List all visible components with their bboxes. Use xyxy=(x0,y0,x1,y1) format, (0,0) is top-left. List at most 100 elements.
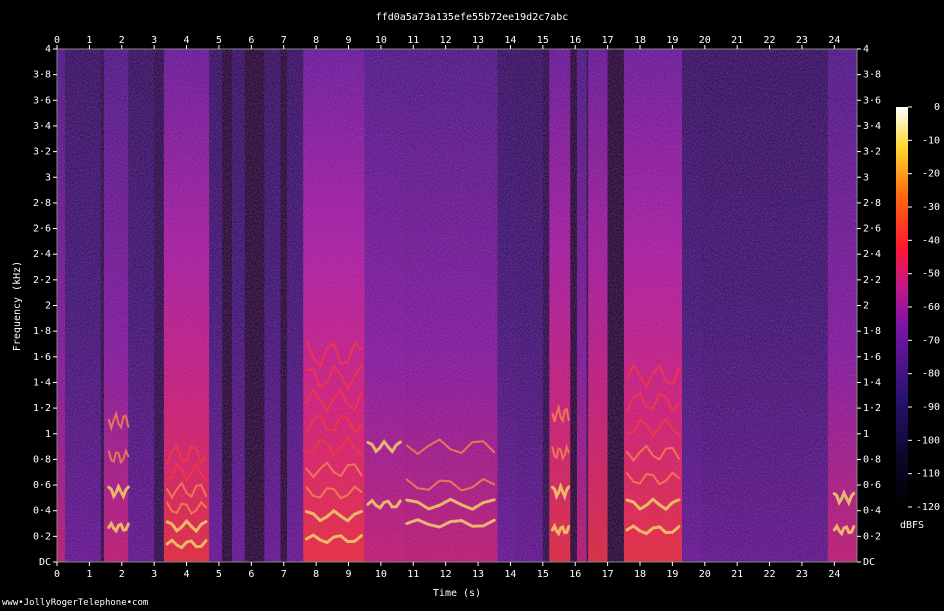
colorbar-tick-label: -50 xyxy=(922,269,940,280)
colorbar-tick-label: -120 xyxy=(916,502,940,513)
x-tick-label: 5 xyxy=(216,35,222,46)
plot-area xyxy=(56,48,858,563)
x-tick-label: 14 xyxy=(504,569,516,580)
y-axis-label: Frequency (kHz) xyxy=(12,261,23,351)
x-tick-label: 2 xyxy=(119,35,125,46)
x-tick-label: 20 xyxy=(699,35,711,46)
y-tick-label: 1 xyxy=(863,429,869,440)
x-axis-top: 0 1 2 3 4 5 6 7 8 9 10 11 12 13 14 15 16 17 18 19 20 21 22 23 24 xyxy=(54,35,840,49)
x-tick-label: 15 xyxy=(537,569,549,580)
y-tick-label: 4 xyxy=(45,44,51,55)
x-tick-label: 14 xyxy=(504,35,516,46)
x-tick-label: 9 xyxy=(345,569,351,580)
x-tick-label: 18 xyxy=(634,569,646,580)
y-tick-label: 3·8 xyxy=(863,70,881,81)
x-tick-label: 2 xyxy=(119,569,125,580)
y-tick-label: 0·8 xyxy=(33,454,51,465)
x-tick-label: 3 xyxy=(151,569,157,580)
x-tick-label: 19 xyxy=(666,35,678,46)
y-tick-label: 1·2 xyxy=(863,403,881,414)
y-tick-label: 2·6 xyxy=(33,224,51,235)
x-tick-label: 4 xyxy=(184,569,190,580)
y-tick-label: 3 xyxy=(863,172,869,183)
y-tick-label: 1·6 xyxy=(33,352,51,363)
y-tick-label: 2·2 xyxy=(33,275,51,286)
y-tick-label: 2·8 xyxy=(33,198,51,209)
y-tick-label: 3·8 xyxy=(33,70,51,81)
colorbar-tick-label: -90 xyxy=(922,402,940,413)
y-tick-label: 2·2 xyxy=(863,275,881,286)
x-tick-label: 24 xyxy=(828,569,840,580)
y-tick-label: 1·8 xyxy=(863,326,881,337)
y-tick-label: 3·4 xyxy=(863,121,881,132)
x-tick-label: 20 xyxy=(699,569,711,580)
x-tick-label: 7 xyxy=(281,569,287,580)
y-tick-label: DC xyxy=(39,557,51,568)
x-tick-label: 10 xyxy=(375,569,387,580)
x-tick-label: 8 xyxy=(313,569,319,580)
y-tick-label: 2·8 xyxy=(863,198,881,209)
colorbar-tick-label: -70 xyxy=(922,335,940,346)
x-tick-label: 0 xyxy=(54,569,60,580)
x-tick-label: 13 xyxy=(472,569,484,580)
x-tick-label: 6 xyxy=(248,35,254,46)
y-tick-label: 2·6 xyxy=(863,224,881,235)
y-tick-label: 2 xyxy=(863,301,869,312)
y-tick-label: 3 xyxy=(45,172,51,183)
y-tick-label: 1·6 xyxy=(863,352,881,363)
x-tick-label: 19 xyxy=(666,569,678,580)
spectrogram-chart: ffd0a5a73a135efe55b72ee19d2c7abc 0123456… xyxy=(12,12,940,599)
y-tick-label: 3·2 xyxy=(863,147,881,158)
y-tick-label: 3·4 xyxy=(33,121,51,132)
colorbar-tick-label: -40 xyxy=(922,235,940,246)
x-tick-label: 6 xyxy=(248,569,254,580)
x-tick-label: 8 xyxy=(313,35,319,46)
x-tick-label: 17 xyxy=(602,569,614,580)
x-axis-bottom: 0 1 2 3 4 5 6 7 8 9 10 11 12 13 14 15 16 17 18 19 20 21 22 23 24 xyxy=(54,562,840,580)
noise-texture xyxy=(57,49,857,562)
colorbar-tick-label: -60 xyxy=(922,302,940,313)
x-tick-label: 23 xyxy=(796,35,808,46)
x-tick-label: 7 xyxy=(281,35,287,46)
x-tick-label: 16 xyxy=(569,35,581,46)
x-axis-label: Time (s) xyxy=(433,588,481,599)
y-tick-label: 1·4 xyxy=(863,377,881,388)
colorbar-tick-label: -20 xyxy=(922,169,940,180)
x-tick-label: 18 xyxy=(634,35,646,46)
colorbar-gradient xyxy=(896,107,908,507)
x-tick-label: 11 xyxy=(407,35,419,46)
y-tick-label: 0·2 xyxy=(863,531,881,542)
colorbar-ticks: 0 -10 -20 -30 -40 -50 -60 -70 -80 -90 -100 -110 -120 xyxy=(908,102,940,513)
colorbar-tick-label: -100 xyxy=(916,435,940,446)
y-tick-label: DC xyxy=(863,557,875,568)
x-tick-label: 13 xyxy=(472,35,484,46)
x-tick-label: 1 xyxy=(86,569,92,580)
x-tick-label: 12 xyxy=(440,35,452,46)
x-tick-label: 22 xyxy=(764,35,776,46)
x-tick-label: 9 xyxy=(345,35,351,46)
y-tick-label: 0·6 xyxy=(863,480,881,491)
x-tick-label: 15 xyxy=(537,35,549,46)
colorbar-tick-label: -110 xyxy=(916,469,940,480)
watermark: www•JollyRogerTelephone•com xyxy=(2,598,149,608)
y-tick-label: 1·2 xyxy=(33,403,51,414)
colorbar-tick-label: 0 xyxy=(934,102,940,113)
x-tick-label: 16 xyxy=(569,569,581,580)
x-tick-label: 5 xyxy=(216,569,222,580)
y-tick-label: 2 xyxy=(45,301,51,312)
x-tick-label: 24 xyxy=(828,35,840,46)
x-tick-label: 4 xyxy=(184,35,190,46)
y-tick-label: 0·4 xyxy=(863,506,881,517)
x-tick-label: 11 xyxy=(407,569,419,580)
x-tick-label: 3 xyxy=(151,35,157,46)
y-tick-label: 1 xyxy=(45,429,51,440)
y-tick-label: 0·8 xyxy=(863,454,881,465)
y-tick-label: 3·6 xyxy=(33,95,51,106)
x-tick-label: 22 xyxy=(764,569,776,580)
y-tick-label: 0·4 xyxy=(33,506,51,517)
y-tick-label: 0·2 xyxy=(33,531,51,542)
y-tick-label: 1·4 xyxy=(33,377,51,388)
y-tick-label: 2·4 xyxy=(863,249,881,260)
colorbar-tick-label: -10 xyxy=(922,135,940,146)
x-tick-label: 12 xyxy=(440,569,452,580)
